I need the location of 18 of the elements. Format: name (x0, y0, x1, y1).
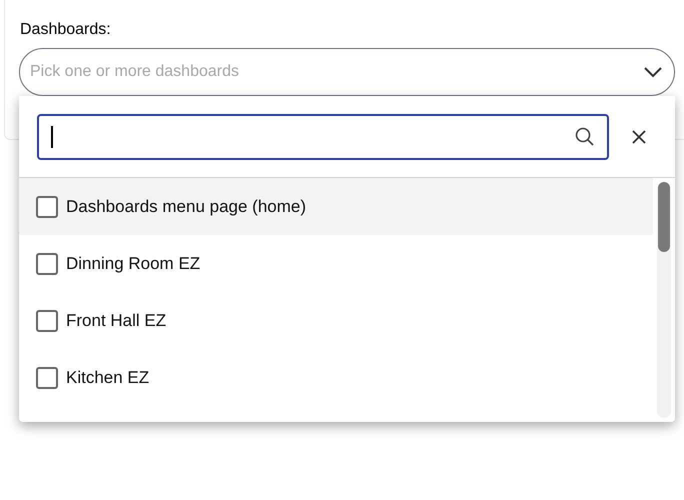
chevron-down-icon (644, 66, 662, 78)
option-label: Dinning Room EZ (66, 252, 200, 275)
option-label: Kitchen EZ (66, 366, 150, 389)
placeholder-text: Pick one or more dashboards (30, 62, 240, 82)
checkbox[interactable] (36, 196, 58, 218)
search-field[interactable] (37, 114, 609, 160)
text-cursor (51, 126, 53, 148)
checkbox[interactable] (36, 310, 58, 332)
checkbox[interactable] (36, 252, 58, 274)
field-label: Dashboards: (20, 20, 111, 40)
option-row[interactable]: Dashboards menu page (home) (19, 178, 653, 235)
option-label: Front Hall EZ (66, 310, 166, 332)
scrollbar[interactable] (657, 182, 671, 418)
checkbox[interactable] (36, 366, 58, 388)
scrollbar-thumb[interactable] (658, 182, 670, 252)
close-icon[interactable] (631, 128, 647, 144)
search-icon (575, 126, 595, 146)
option-label: Dashboards menu page (home) (66, 196, 306, 218)
